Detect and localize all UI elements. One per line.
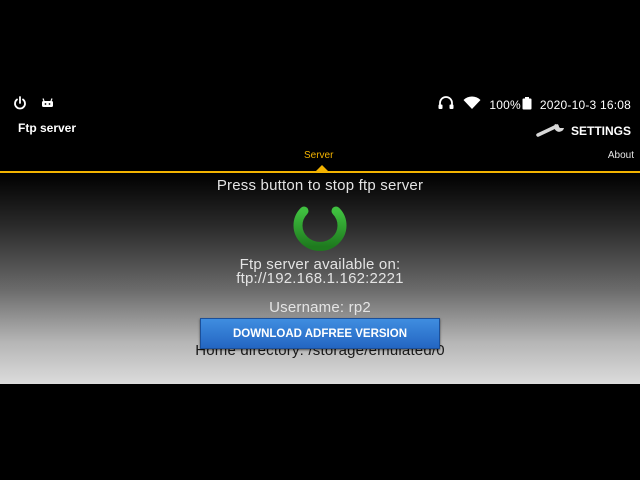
power-toggle-button[interactable] <box>277 198 363 252</box>
server-panel: Press button to stop ftp server Ftp serv… <box>0 173 640 384</box>
username-text: Username: rp2 <box>269 299 371 316</box>
status-bar: 100% 2020-10-3 16:08 <box>0 92 640 114</box>
status-clock: 2020-10-3 16:08 <box>539 97 631 112</box>
status-bar-left <box>12 96 56 113</box>
battery-indicator: 100% <box>489 96 532 113</box>
server-address: ftp://192.168.1.162:2221 <box>236 270 404 287</box>
headset-icon <box>437 96 455 113</box>
screen: 100% 2020-10-3 16:08 Ftp server SETTINGS… <box>0 0 640 480</box>
wrench-icon <box>535 121 567 140</box>
app-title: Ftp server <box>18 121 77 135</box>
wifi-icon <box>463 96 481 113</box>
battery-percent: 100% <box>489 97 521 112</box>
instruction-text: Press button to stop ftp server <box>216 177 424 194</box>
download-adfree-label: DOWNLOAD ADFREE VERSION <box>233 327 407 340</box>
tab-bar: Server About <box>0 146 640 174</box>
power-icon <box>12 96 28 113</box>
battery-icon <box>522 96 532 113</box>
download-adfree-button[interactable]: DOWNLOAD ADFREE VERSION <box>200 318 440 349</box>
settings-button[interactable]: SETTINGS <box>535 121 631 140</box>
tab-server[interactable]: Server <box>304 150 333 161</box>
power-icon <box>277 199 363 256</box>
tab-about[interactable]: About <box>608 150 634 161</box>
settings-label: SETTINGS <box>570 123 631 138</box>
app-bar: Ftp server SETTINGS <box>0 118 640 140</box>
android-icon <box>40 97 56 112</box>
status-bar-right: 100% 2020-10-3 16:08 <box>437 96 631 113</box>
